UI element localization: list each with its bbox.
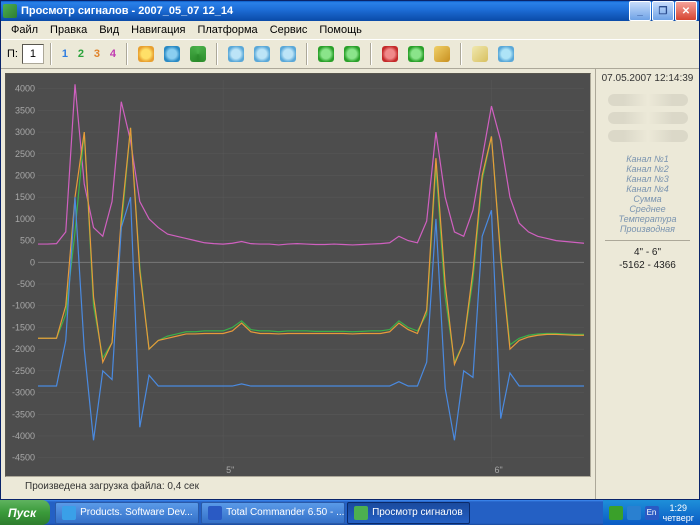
side-link-3[interactable]: Канал №4: [618, 184, 676, 194]
side-link-2[interactable]: Канал №3: [618, 174, 676, 184]
svg-text:6": 6": [494, 465, 502, 475]
chart-panel: 4000 3500 3000 2500 2000 1500 1000 500 0 -500 -100…: [1, 69, 595, 499]
side-link-0[interactable]: Канал №1: [618, 154, 676, 164]
tray-clock[interactable]: 1:29 четверг: [663, 503, 695, 523]
maximize-button[interactable]: ❐: [652, 1, 674, 21]
taskbar-item-2[interactable]: Просмотр сигналов: [347, 502, 470, 524]
channel-3[interactable]: 3: [90, 48, 104, 60]
menu-сервис[interactable]: Сервис: [264, 23, 314, 37]
channel-1[interactable]: 1: [58, 48, 72, 60]
svg-text:-4000: -4000: [12, 431, 35, 441]
svg-text:0: 0: [30, 257, 35, 267]
status-bar: Произведена загрузка файла: 0,4 сек: [5, 477, 591, 495]
side-info2: [608, 112, 688, 124]
menu-файл[interactable]: Файл: [5, 23, 44, 37]
svg-text:500: 500: [20, 236, 35, 246]
side-link-7[interactable]: Производная: [618, 224, 676, 234]
signal-chart[interactable]: 4000 3500 3000 2500 2000 1500 1000 500 0 -500 -100…: [5, 73, 591, 477]
channel-2[interactable]: 2: [74, 48, 88, 60]
tool-refresh-icon[interactable]: [186, 42, 210, 66]
range-1: 4" - 6": [634, 247, 661, 258]
minimize-button[interactable]: _: [629, 1, 651, 21]
taskbar-item-icon: [208, 506, 222, 520]
channel-4[interactable]: 4: [106, 48, 120, 60]
svg-text:4000: 4000: [15, 84, 35, 94]
app-icon: [3, 4, 17, 18]
side-link-1[interactable]: Канал №2: [618, 164, 676, 174]
side-info1: [608, 94, 688, 106]
tool-misc1-icon[interactable]: [430, 42, 454, 66]
svg-text:3000: 3000: [15, 127, 35, 137]
content-area: 4000 3500 3000 2500 2000 1500 1000 500 0 -500 -100…: [1, 69, 699, 499]
svg-text:-500: -500: [17, 279, 35, 289]
taskbar-item-1[interactable]: Total Commander 6.50 - ...: [201, 502, 345, 524]
tray-icon-1[interactable]: [609, 506, 623, 520]
taskbar-item-0[interactable]: Products. Software Dev...: [55, 502, 199, 524]
add-icon[interactable]: [404, 42, 428, 66]
tool-globe-icon[interactable]: [160, 42, 184, 66]
record-stop-icon[interactable]: [378, 42, 402, 66]
start-button[interactable]: Пуск: [0, 500, 50, 525]
taskbar-item-icon: [62, 506, 76, 520]
svg-text:-4500: -4500: [12, 453, 35, 463]
timestamp-label: 07.05.2007 12:14:39: [602, 73, 694, 84]
svg-text:2000: 2000: [15, 171, 35, 181]
range-2: -5162 - 4366: [619, 260, 676, 271]
svg-text:5": 5": [226, 465, 234, 475]
taskbar-item-icon: [354, 506, 368, 520]
tray-icon-2[interactable]: [627, 506, 641, 520]
svg-text:-2500: -2500: [12, 366, 35, 376]
tray-lang-icon[interactable]: En: [645, 506, 659, 520]
app-window: Просмотр сигналов - 2007_05_07 12_14 _ ❐…: [0, 0, 700, 500]
p-value-input[interactable]: 1: [22, 44, 44, 64]
side-link-6[interactable]: Температура: [618, 214, 676, 224]
svg-text:3500: 3500: [15, 105, 35, 115]
taskbar: Пуск Products. Software Dev...Total Comm…: [0, 500, 700, 525]
svg-text:2500: 2500: [15, 149, 35, 159]
system-tray[interactable]: En 1:29 четверг: [603, 500, 700, 525]
tool-misc3-icon[interactable]: [494, 42, 518, 66]
toolbar: П: 1 1234: [1, 39, 699, 69]
tool-sun-icon[interactable]: [134, 42, 158, 66]
side-link-5[interactable]: Среднее: [618, 204, 676, 214]
menu-правка[interactable]: Правка: [44, 23, 93, 37]
svg-text:-3000: -3000: [12, 388, 35, 398]
svg-text:-3500: -3500: [12, 409, 35, 419]
side-info3: [608, 130, 688, 142]
zoom-fit-icon[interactable]: [276, 42, 300, 66]
menu-навигация[interactable]: Навигация: [125, 23, 191, 37]
side-panel: 07.05.2007 12:14:39 Канал №1Канал №2Кана…: [595, 69, 699, 499]
nav-forward-icon[interactable]: [340, 42, 364, 66]
svg-text:1500: 1500: [15, 192, 35, 202]
nav-back-icon[interactable]: [314, 42, 338, 66]
menu-платформа[interactable]: Платформа: [191, 23, 263, 37]
titlebar: Просмотр сигналов - 2007_05_07 12_14 _ ❐…: [1, 1, 699, 21]
zoom-in-icon[interactable]: [224, 42, 248, 66]
side-link-4[interactable]: Сумма: [618, 194, 676, 204]
zoom-out-icon[interactable]: [250, 42, 274, 66]
channel-numbers: 1234: [58, 48, 120, 60]
svg-text:-1500: -1500: [12, 322, 35, 332]
p-label: П:: [5, 48, 20, 60]
svg-text:-2000: -2000: [12, 344, 35, 354]
window-title: Просмотр сигналов - 2007_05_07 12_14: [21, 5, 233, 17]
menu-помощь[interactable]: Помощь: [313, 23, 368, 37]
menu-вид[interactable]: Вид: [93, 23, 125, 37]
svg-text:-1000: -1000: [12, 301, 35, 311]
svg-text:1000: 1000: [15, 214, 35, 224]
menubar: ФайлПравкаВидНавигацияПлатформаСервисПом…: [1, 21, 699, 39]
status-text: Произведена загрузка файла: 0,4 сек: [25, 481, 199, 492]
close-button[interactable]: ✕: [675, 1, 697, 21]
tool-misc2-icon[interactable]: [468, 42, 492, 66]
